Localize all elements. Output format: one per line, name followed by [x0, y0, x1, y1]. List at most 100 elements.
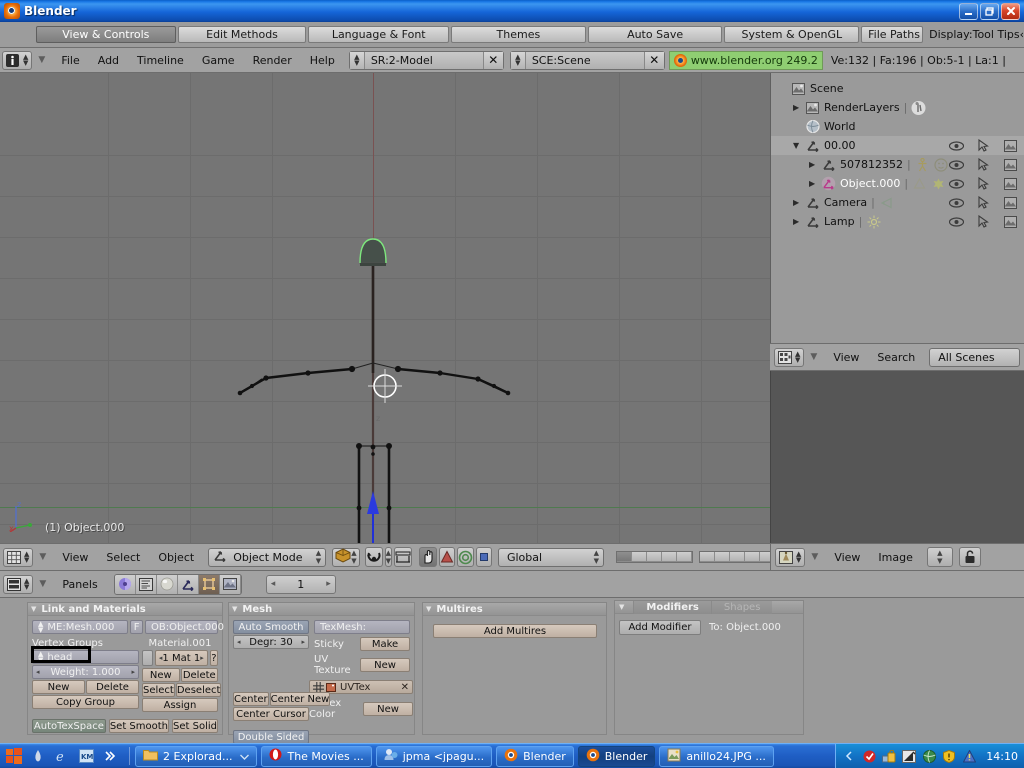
shading-context-button[interactable] [156, 574, 178, 594]
outliner-row-lamp[interactable]: ▶ Lamp | [771, 212, 1024, 231]
version-badge[interactable]: www.blender.org 249.2 [668, 50, 823, 70]
network-globe-icon[interactable] [922, 749, 936, 763]
prefs-tab-file-paths[interactable]: File Paths [861, 26, 924, 43]
window-type-selector-outliner[interactable]: ▲ ▼ [774, 347, 805, 367]
manipulator-translate-button[interactable] [438, 547, 455, 567]
prefs-tab-system-opengl[interactable]: System & OpenGL [724, 26, 860, 43]
render-result-icon[interactable] [911, 100, 926, 115]
outliner-row-camera[interactable]: ▶ Camera | [771, 193, 1024, 212]
autotexspace-toggle[interactable]: AutoTexSpace [32, 719, 106, 733]
window-type-selector-info[interactable]: ▲ ▼ [2, 50, 33, 70]
outliner-menu-view[interactable]: View [825, 349, 867, 366]
layer-cell[interactable] [631, 552, 647, 562]
restrict-view-eye-icon[interactable] [949, 177, 964, 190]
pin-image-button[interactable] [958, 547, 981, 567]
taskbar-item-messenger[interactable]: jpma <jpagu... [375, 745, 493, 767]
layer-cell[interactable] [646, 552, 662, 562]
restrict-select-cursor-icon[interactable] [976, 177, 991, 190]
lamp-data-icon[interactable] [866, 215, 881, 229]
tray-expand-icon[interactable] [842, 749, 856, 763]
vertex-weight-field[interactable]: ◂ Weight: 1.000 ▸ [32, 665, 139, 679]
add-modifier-button[interactable]: Add Modifier [619, 620, 701, 635]
taskbar-clock[interactable]: 14:10 [986, 750, 1018, 763]
frame-number-field[interactable]: ◂ 1 ▸ [265, 574, 336, 594]
layer-cell[interactable] [661, 552, 677, 562]
menu-arrows-icon[interactable]: ▲ ▼ [349, 51, 365, 69]
restrict-select-cursor-icon[interactable] [976, 139, 991, 152]
prefs-tab-view-controls[interactable]: View & Controls [36, 26, 176, 43]
collapse-triangle-icon[interactable]: ▼ [34, 55, 51, 65]
set-solid-button[interactable]: Set Solid [172, 719, 218, 733]
chevron-more-icon[interactable] [102, 748, 118, 764]
view3d-menu-object[interactable]: Object [150, 549, 202, 566]
taskbar-item-blender-1[interactable]: Blender [496, 745, 574, 767]
outliner-row-renderlayers[interactable]: ▶ RenderLayers | [771, 98, 1024, 117]
panel-multires[interactable]: ▼ Multires Add Multires [422, 602, 607, 735]
panel-header[interactable]: ▼ Multires [423, 603, 606, 616]
close-button[interactable] [1001, 2, 1020, 20]
prefs-tab-edit-methods[interactable]: Edit Methods [177, 26, 307, 43]
add-multires-button[interactable]: Add Multires [433, 624, 597, 638]
restrict-render-icon[interactable] [1003, 215, 1018, 228]
snap-toggle[interactable] [393, 547, 412, 567]
object-datablock-field[interactable]: OB:Object.000 [145, 620, 224, 634]
prefs-tab-themes[interactable]: Themes [451, 26, 586, 43]
menu-timeline[interactable]: Timeline [129, 52, 192, 69]
auto-smooth-toggle[interactable]: Auto Smooth [233, 620, 309, 634]
expand-triangle-icon[interactable]: ▶ [793, 198, 805, 207]
expand-triangle-icon[interactable]: ▶ [809, 160, 821, 169]
uv-image-editor-canvas[interactable] [770, 371, 1024, 543]
outliner-row-507812352[interactable]: ▶ 507812352 | [771, 155, 1024, 174]
menu-game[interactable]: Game [194, 52, 243, 69]
expand-triangle-icon[interactable]: ▶ [793, 103, 805, 112]
vertex-group-new-button[interactable]: New [32, 680, 85, 694]
uv-layer-icon[interactable] [312, 681, 325, 693]
manipulator-toggle[interactable] [418, 547, 437, 567]
double-sided-toggle[interactable]: Double Sided [233, 730, 309, 743]
prefs-tab-auto-save[interactable]: Auto Save [587, 26, 723, 43]
center-new-button[interactable]: Center New [269, 692, 331, 706]
image-menu-image[interactable]: Image [870, 549, 920, 566]
vertex-color-new-button[interactable]: New [363, 702, 413, 716]
layer-block-second[interactable] [698, 551, 776, 563]
editing-context-button[interactable] [198, 574, 220, 594]
material-select-button[interactable]: Select [142, 683, 175, 697]
expand-triangle-icon[interactable]: ▶ [793, 217, 805, 226]
view3d-menu-view[interactable]: View [54, 549, 96, 566]
restrict-view-eye-icon[interactable] [949, 139, 964, 152]
layer-cell[interactable] [744, 552, 760, 562]
mode-selector[interactable]: Object Mode ▲ ▼ [208, 547, 327, 567]
manipulator-scale-button[interactable] [475, 547, 492, 567]
nvidia-icon[interactable] [902, 749, 917, 763]
object-context-button[interactable] [135, 574, 157, 594]
restrict-render-icon[interactable] [1003, 158, 1018, 171]
taskbar-item-explorer[interactable]: 2 Explorad... [135, 745, 258, 767]
menu-render[interactable]: Render [245, 52, 300, 69]
frame-next-arrow[interactable]: ▸ [326, 579, 331, 589]
collapse-triangle-icon[interactable]: ▼ [232, 605, 237, 613]
set-smooth-button[interactable]: Set Smooth [108, 719, 170, 733]
menu-help[interactable]: Help [302, 52, 343, 69]
mesh-icon[interactable] [912, 177, 927, 191]
minimize-button[interactable] [959, 2, 978, 20]
restrict-view-eye-icon[interactable] [949, 158, 964, 171]
taskbar-item-image[interactable]: anillo24.JPG ... [659, 745, 774, 767]
scripts-context-button[interactable] [219, 574, 241, 594]
outliner-row-scene[interactable]: Scene [771, 79, 1024, 98]
uv-texture-new-button[interactable]: New [360, 658, 410, 672]
center-cursor-button[interactable]: Center Cursor [233, 707, 309, 721]
collapse-triangle-icon[interactable]: ▼ [807, 552, 824, 562]
windows-start-icon[interactable] [6, 748, 22, 764]
internet-explorer-icon[interactable]: e [54, 748, 70, 764]
panel-mesh[interactable]: ▼ Mesh Auto Smooth ◂ Degr: 30 ▸ TexMesh: [228, 602, 415, 743]
copy-group-button[interactable]: Copy Group [32, 695, 139, 709]
window-type-selector-buttons[interactable]: ▲ ▼ [3, 574, 34, 594]
buttons-menu-panels[interactable]: Panels [54, 576, 105, 593]
vertex-group-selector[interactable]: ▲ ▼ head [32, 650, 139, 664]
tab-shapes[interactable]: Shapes [710, 600, 773, 614]
armature-icon[interactable] [915, 157, 930, 172]
collapse-triangle-icon[interactable]: ▼ [806, 352, 823, 362]
restrict-view-eye-icon[interactable] [949, 215, 964, 228]
show-desktop-icon[interactable] [30, 748, 46, 764]
draw-type-selector[interactable]: ▲ ▼ [332, 547, 360, 567]
